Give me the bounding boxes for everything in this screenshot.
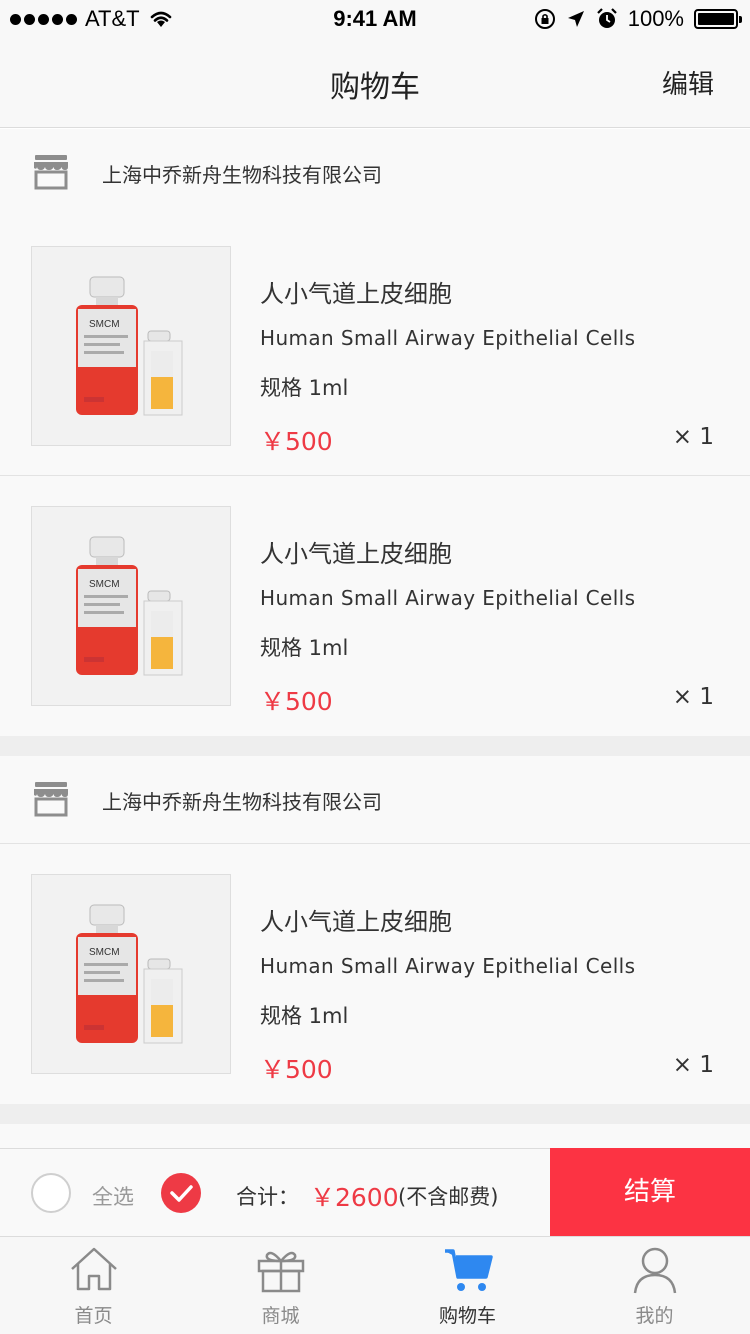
product-image: SMCM (31, 506, 231, 706)
product-price: ￥500 (260, 687, 333, 716)
store-icon (34, 155, 68, 190)
rotation-lock-icon (534, 9, 555, 29)
store-icon (34, 782, 68, 817)
shop-header[interactable]: 上海中乔新舟生物科技有限公司 (0, 129, 750, 217)
tab-label: 购物车 (438, 1305, 496, 1327)
checkout-bar: 全选 合计： ￥2600 (不含邮费) 结算 (0, 1148, 750, 1237)
tab-label: 商城 (261, 1305, 300, 1327)
page-title: 购物车 (330, 70, 420, 105)
total-price: ￥2600 (310, 1183, 399, 1212)
user-icon (633, 1247, 676, 1294)
product-spec: 规格 1ml (260, 376, 349, 400)
tab-label: 我的 (635, 1305, 674, 1327)
checkout-button[interactable]: 结算 (550, 1148, 750, 1237)
product-image: SMCM (31, 874, 231, 1074)
product-name-en: Human Small Airway Epithelial Cells (260, 586, 636, 610)
shop-name: 上海中乔新舟生物科技有限公司 (102, 790, 382, 814)
home-icon (70, 1247, 117, 1291)
checked-icon[interactable] (161, 1173, 201, 1213)
battery-percent: 100% (627, 6, 684, 31)
tab-home[interactable]: 首页 (0, 1237, 187, 1334)
shop-name: 上海中乔新舟生物科技有限公司 (102, 163, 382, 187)
tab-cart[interactable]: 购物车 (374, 1237, 561, 1334)
alarm-icon (596, 8, 617, 28)
edit-button[interactable]: 编辑 (662, 64, 714, 101)
battery-icon (694, 9, 742, 29)
product-quantity: × 1 (672, 1052, 714, 1078)
status-right-group: 100% (534, 6, 742, 32)
section-divider (0, 736, 750, 756)
shop-header[interactable]: 上海中乔新舟生物科技有限公司 (0, 756, 750, 844)
tab-profile[interactable]: 我的 (561, 1237, 748, 1334)
tab-mall[interactable]: 商城 (187, 1237, 374, 1334)
section-divider (0, 1104, 750, 1124)
checkmark-icon (170, 1185, 193, 1202)
bottle-label: SMCM (89, 947, 120, 958)
bottle-label: SMCM (89, 319, 120, 330)
nav-bar: 购物车 编辑 (0, 40, 750, 128)
cart-item[interactable]: SMCM 人小气道上皮细胞 Human Small Airway Epithel… (0, 844, 750, 1104)
product-name-cn: 人小气道上皮细胞 (260, 280, 452, 308)
select-all-checkbox[interactable] (31, 1173, 71, 1213)
product-quantity: × 1 (672, 684, 714, 710)
tab-bar: 首页 商城 购物车 我的 (0, 1236, 750, 1334)
cart-item[interactable]: SMCM 人小气道上皮细胞 Human Small Airway Epithel… (0, 476, 750, 736)
product-bottle-icon: SMCM (76, 904, 183, 1044)
product-image: SMCM (31, 246, 231, 446)
product-name-cn: 人小气道上皮细胞 (260, 908, 452, 936)
gift-icon (257, 1251, 304, 1293)
product-name-en: Human Small Airway Epithelial Cells (260, 954, 636, 978)
cart-icon (444, 1249, 493, 1291)
product-spec: 规格 1ml (260, 636, 349, 660)
product-bottle-icon: SMCM (76, 276, 183, 416)
product-quantity: × 1 (672, 424, 714, 450)
product-bottle-icon: SMCM (76, 536, 183, 676)
shipping-note: (不含邮费) (398, 1185, 499, 1209)
total-label: 合计： (236, 1185, 299, 1209)
product-price: ￥500 (260, 427, 333, 456)
bottle-label: SMCM (89, 579, 120, 590)
product-name-cn: 人小气道上皮细胞 (260, 540, 452, 568)
location-arrow-icon (567, 11, 584, 27)
tab-label: 首页 (74, 1305, 113, 1327)
cart-item[interactable]: SMCM 人小气道上皮细胞 Human Small Airway Epithel… (0, 216, 750, 476)
next-shop-peek (0, 1124, 750, 1148)
product-spec: 规格 1ml (260, 1004, 349, 1028)
product-price: ￥500 (260, 1055, 333, 1084)
select-all-label[interactable]: 全选 (92, 1181, 134, 1211)
product-name-en: Human Small Airway Epithelial Cells (260, 326, 636, 350)
status-bar: AT&T 9:41 AM 100% (0, 0, 750, 40)
